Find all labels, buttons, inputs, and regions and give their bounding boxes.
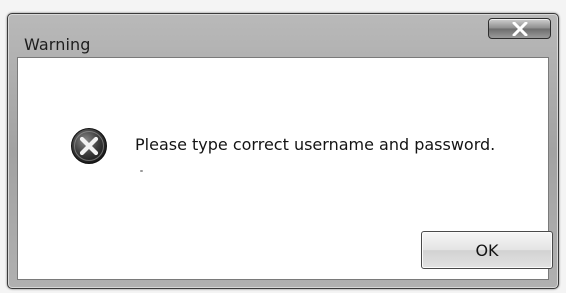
dialog-content: Please type correct username and passwor… bbox=[17, 57, 553, 280]
close-icon bbox=[512, 21, 528, 36]
ok-button[interactable]: OK bbox=[421, 231, 553, 269]
error-icon bbox=[70, 127, 108, 165]
dialog-title: Warning bbox=[24, 35, 91, 54]
close-button[interactable] bbox=[488, 18, 551, 39]
error-message: Please type correct username and passwor… bbox=[135, 135, 496, 154]
warning-dialog: Warning Please type correct username and… bbox=[7, 13, 559, 289]
scan-speck bbox=[140, 170, 143, 172]
